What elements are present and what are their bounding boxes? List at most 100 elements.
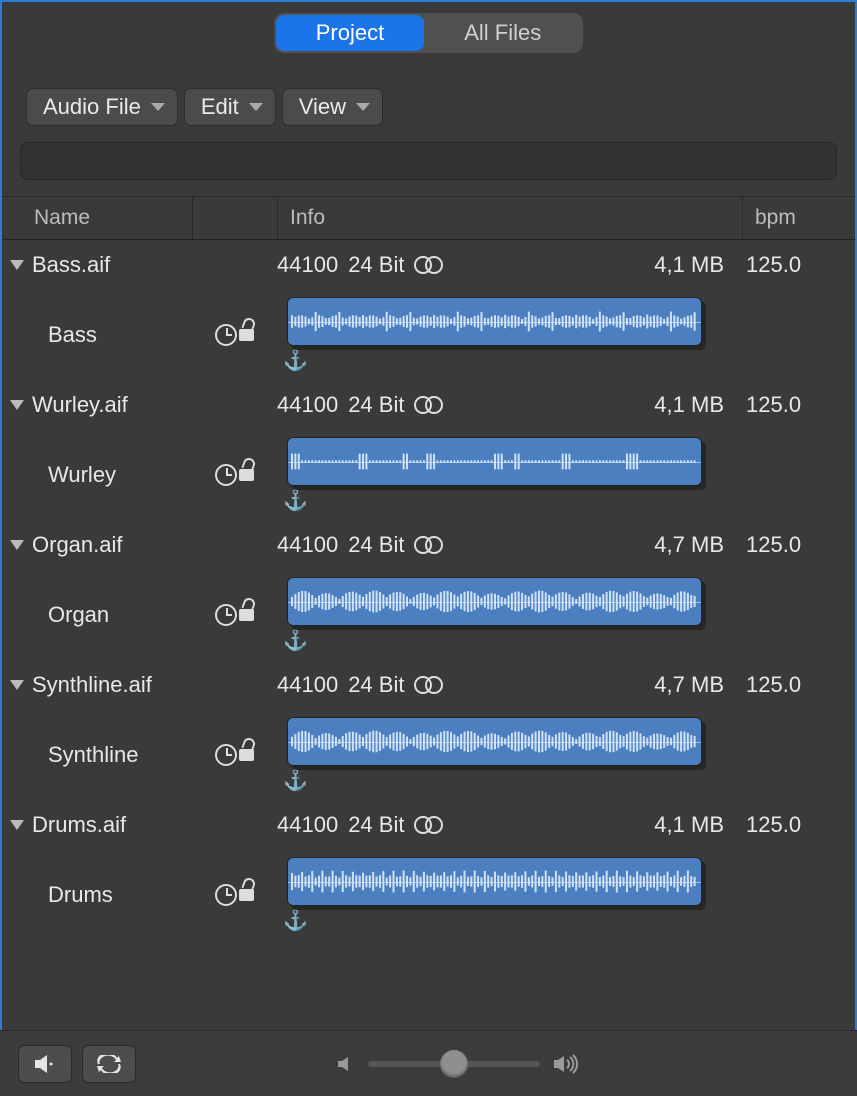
unlock-icon [239, 889, 254, 901]
region-name: Wurley [48, 462, 116, 488]
region-row[interactable]: Bass ⚓ [2, 290, 855, 380]
file-info-cell: 44100 24 Bit 4,1 MB [277, 392, 742, 418]
menu-edit[interactable]: Edit [184, 88, 276, 126]
region-name-cell: Organ [2, 602, 192, 628]
file-name: Organ.aif [32, 532, 123, 558]
tab-all-files[interactable]: All Files [424, 15, 581, 51]
file-name: Wurley.aif [32, 392, 128, 418]
column-headers: Name Info bpm [2, 196, 855, 240]
waveform-cell: ⚓ [277, 717, 742, 793]
file-info-cell: 44100 24 Bit 4,1 MB [277, 812, 742, 838]
disclosure-triangle-icon[interactable] [10, 540, 24, 550]
file-size: 4,7 MB [654, 532, 742, 558]
bit-depth: 24 Bit [348, 392, 404, 418]
file-name-cell: Synthline.aif [2, 672, 192, 698]
waveform-region[interactable] [287, 297, 702, 346]
column-info[interactable]: Info [277, 197, 742, 239]
waveform-region[interactable] [287, 437, 702, 486]
stereo-icon [414, 816, 443, 834]
slider-thumb[interactable] [440, 1050, 468, 1078]
stereo-icon [414, 536, 443, 554]
menu-view[interactable]: View [282, 88, 383, 126]
file-bpm: 125.0 [742, 672, 838, 698]
region-status-cell [192, 324, 277, 346]
clock-icon [215, 324, 237, 346]
file-name-cell: Organ.aif [2, 532, 192, 558]
waveform-region[interactable] [287, 857, 702, 906]
loop-icon [96, 1055, 122, 1073]
file-info-cell: 44100 24 Bit 4,7 MB [277, 672, 742, 698]
file-name-cell: Wurley.aif [2, 392, 192, 418]
clock-icon [215, 884, 237, 906]
file-size: 4,1 MB [654, 252, 742, 278]
region-name: Bass [48, 322, 97, 348]
volume-slider[interactable] [336, 1054, 580, 1074]
disclosure-triangle-icon[interactable] [10, 400, 24, 410]
waveform-region[interactable] [287, 717, 702, 766]
file-name: Drums.aif [32, 812, 126, 838]
file-list: Bass.aif 44100 24 Bit 4,1 MB 125.0 Bass [2, 240, 855, 940]
file-row[interactable]: Organ.aif 44100 24 Bit 4,7 MB 125.0 [2, 520, 855, 570]
chevron-down-icon [151, 103, 165, 111]
unlock-icon [239, 749, 254, 761]
bit-depth: 24 Bit [348, 672, 404, 698]
file-info-cell: 44100 24 Bit 4,7 MB [277, 532, 742, 558]
region-name: Organ [48, 602, 109, 628]
disclosure-triangle-icon[interactable] [10, 260, 24, 270]
sample-rate: 44100 [277, 672, 338, 698]
speaker-preview-button[interactable] [18, 1045, 72, 1083]
slider-track[interactable] [368, 1061, 540, 1067]
region-row[interactable]: Drums ⚓ [2, 850, 855, 940]
tab-group: Project All Files [274, 13, 584, 53]
file-row[interactable]: Drums.aif 44100 24 Bit 4,1 MB 125.0 [2, 800, 855, 850]
disclosure-triangle-icon[interactable] [10, 680, 24, 690]
loop-button[interactable] [82, 1045, 136, 1083]
anchor-icon: ⚓ [283, 348, 717, 373]
region-row[interactable]: Synthline ⚓ [2, 710, 855, 800]
anchor-icon: ⚓ [283, 768, 717, 793]
file-bpm: 125.0 [742, 392, 838, 418]
clock-icon [215, 744, 237, 766]
stereo-icon [414, 396, 443, 414]
region-status-cell [192, 604, 277, 626]
waveform-cell: ⚓ [277, 437, 742, 513]
file-size: 4,1 MB [654, 392, 742, 418]
menu-row: Audio File Edit View [2, 58, 855, 136]
file-row[interactable]: Wurley.aif 44100 24 Bit 4,1 MB 125.0 [2, 380, 855, 430]
waveform-region[interactable] [287, 577, 702, 626]
region-row[interactable]: Wurley ⚓ [2, 430, 855, 520]
column-bpm[interactable]: bpm [742, 197, 838, 239]
region-row[interactable]: Organ ⚓ [2, 570, 855, 660]
file-size: 4,7 MB [654, 672, 742, 698]
anchor-icon: ⚓ [283, 488, 717, 513]
stereo-icon [414, 256, 443, 274]
unlock-icon [239, 329, 254, 341]
tab-project[interactable]: Project [276, 15, 424, 51]
file-row[interactable]: Bass.aif 44100 24 Bit 4,1 MB 125.0 [2, 240, 855, 290]
file-info-cell: 44100 24 Bit 4,1 MB [277, 252, 742, 278]
sample-rate: 44100 [277, 392, 338, 418]
bit-depth: 24 Bit [348, 532, 404, 558]
disclosure-triangle-icon[interactable] [10, 820, 24, 830]
region-status-cell [192, 884, 277, 906]
bit-depth: 24 Bit [348, 812, 404, 838]
region-name-cell: Bass [2, 322, 192, 348]
header-tabs: Project All Files [2, 2, 855, 58]
anchor-icon: ⚓ [283, 628, 717, 653]
filter-bar[interactable] [20, 142, 837, 180]
clock-icon [215, 604, 237, 626]
column-name[interactable]: Name [2, 197, 192, 239]
file-bpm: 125.0 [742, 252, 838, 278]
file-bpm: 125.0 [742, 532, 838, 558]
waveform-cell: ⚓ [277, 297, 742, 373]
sample-rate: 44100 [277, 532, 338, 558]
unlock-icon [239, 469, 254, 481]
region-status-cell [192, 464, 277, 486]
menu-audio-file[interactable]: Audio File [26, 88, 178, 126]
region-name: Synthline [48, 742, 139, 768]
column-status[interactable] [192, 197, 277, 239]
sample-rate: 44100 [277, 252, 338, 278]
region-name-cell: Synthline [2, 742, 192, 768]
file-row[interactable]: Synthline.aif 44100 24 Bit 4,7 MB 125.0 [2, 660, 855, 710]
file-name: Bass.aif [32, 252, 110, 278]
